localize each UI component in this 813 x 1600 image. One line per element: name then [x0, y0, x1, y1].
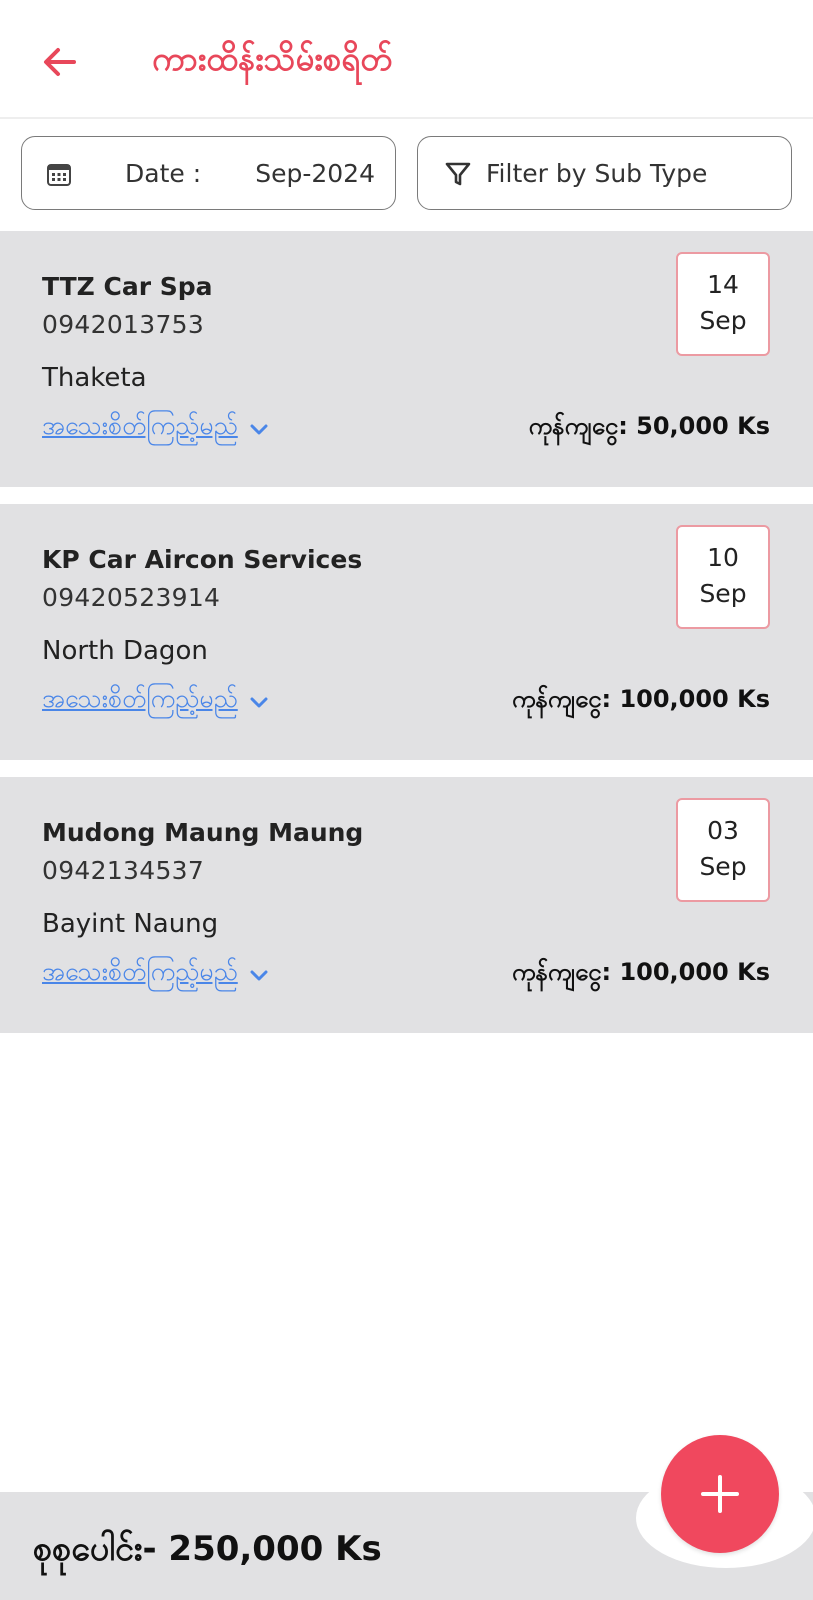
shop-township: Bayint Naung: [42, 909, 219, 939]
expense-card[interactable]: TTZ Car Spa 0942013753 Thaketa အသေးစိတ်က…: [0, 231, 813, 487]
badge-day: 10: [707, 543, 739, 572]
calendar-icon: [47, 164, 71, 186]
view-details-label: အသေးစိတ်ကြည့်မည်: [42, 411, 238, 440]
expense-amount: ကုန်ကျငွေ: 100,000 Ks: [511, 958, 770, 986]
view-details-label: အသေးစိတ်ကြည့်မည်: [42, 957, 238, 986]
shop-township: North Dagon: [42, 636, 208, 666]
subtype-filter-button[interactable]: Filter by Sub Type: [417, 136, 792, 210]
app-bar: ကားထိန်းသိမ်းစရိတ်: [0, 0, 813, 119]
shop-phone: 0942134537: [42, 856, 205, 885]
date-picker[interactable]: Date : Sep-2024: [21, 136, 396, 210]
total-amount: စုစုပေါင်း- 250,000 Ks: [33, 1529, 382, 1569]
chevron-down-icon: [250, 424, 268, 435]
chevron-down-icon: [250, 970, 268, 981]
view-details-link[interactable]: အသေးစိတ်ကြည့်မည်: [42, 952, 270, 992]
arrow-left-icon: [44, 48, 76, 76]
date-value: Sep-2024: [255, 159, 375, 188]
shop-name: Mudong Maung Maung: [42, 818, 364, 847]
date-badge: 14 Sep: [676, 252, 770, 356]
view-details-link[interactable]: အသေးစိတ်ကြည့်မည်: [42, 679, 270, 719]
badge-month: Sep: [699, 579, 747, 608]
shop-name: KP Car Aircon Services: [42, 545, 363, 574]
expense-amount: ကုန်ကျငွေ: 100,000 Ks: [511, 685, 770, 713]
shop-phone: 0942013753: [42, 310, 205, 339]
back-button[interactable]: [36, 38, 84, 86]
expense-card[interactable]: KP Car Aircon Services 09420523914 North…: [0, 504, 813, 760]
expense-amount: ကုန်ကျငွေ: 50,000 Ks: [528, 412, 770, 440]
date-badge: 10 Sep: [676, 525, 770, 629]
subtype-filter-label: Filter by Sub Type: [486, 159, 708, 188]
shop-name: TTZ Car Spa: [42, 272, 213, 301]
filter-row: Date : Sep-2024 Filter by Sub Type: [0, 136, 813, 210]
chevron-down-icon: [250, 697, 268, 708]
plus-icon: [701, 1475, 739, 1513]
shop-phone: 09420523914: [42, 583, 221, 612]
date-label: Date :: [125, 159, 202, 188]
funnel-icon: [445, 162, 471, 186]
badge-month: Sep: [699, 852, 747, 881]
badge-month: Sep: [699, 306, 747, 335]
add-expense-button[interactable]: [661, 1435, 779, 1553]
view-details-link[interactable]: အသေးစိတ်ကြည့်မည်: [42, 406, 270, 446]
badge-day: 03: [707, 816, 739, 845]
expense-card[interactable]: Mudong Maung Maung 0942134537 Bayint Nau…: [0, 777, 813, 1033]
view-details-label: အသေးစိတ်ကြည့်မည်: [42, 684, 238, 713]
date-badge: 03 Sep: [676, 798, 770, 902]
page-title: ကားထိန်းသိမ်းစရိတ်: [152, 39, 393, 78]
badge-day: 14: [707, 270, 739, 299]
shop-township: Thaketa: [42, 363, 147, 393]
